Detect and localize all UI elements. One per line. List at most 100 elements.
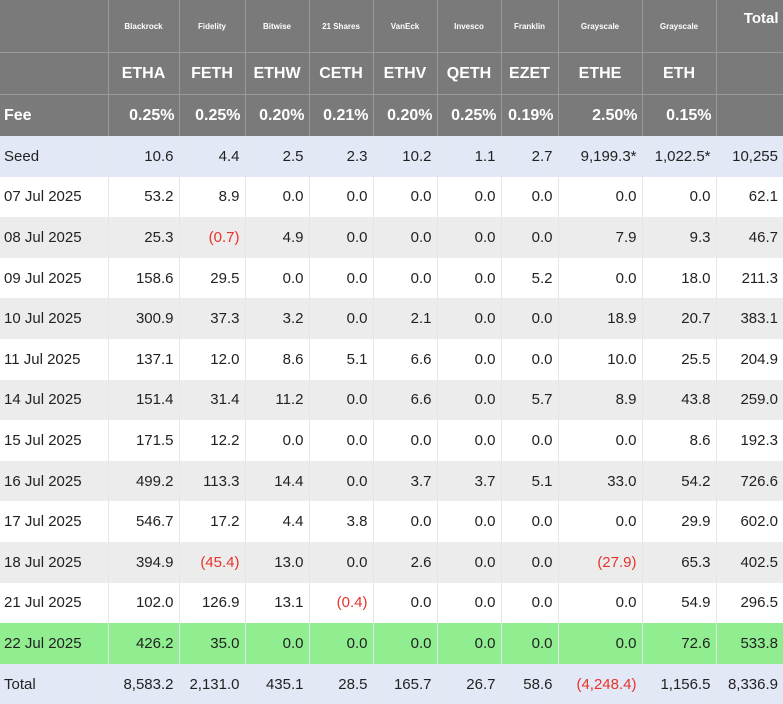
ticker-header: ETHA	[108, 52, 180, 95]
ticker-header: FETH	[179, 52, 246, 95]
flow-cell: 0.0	[309, 217, 374, 258]
flow-cell: 0.0	[501, 582, 559, 624]
flow-cell: 0.0	[373, 420, 438, 461]
flow-cell: (27.9)	[558, 541, 643, 583]
flow-cell: 8.6	[245, 338, 310, 380]
row-label: 10 Jul 2025	[0, 298, 109, 339]
issuer-header: Franklin	[501, 0, 559, 53]
flow-cell: 13.0	[245, 541, 310, 583]
flow-cell: 0.0	[437, 257, 502, 299]
flow-cell: 4.9	[245, 217, 310, 258]
flow-cell: 53.2	[108, 176, 180, 218]
flow-cell: 18.0	[642, 257, 717, 299]
fee-total-cell	[716, 94, 783, 136]
flow-cell: 0.0	[501, 176, 559, 218]
issuer-header: Invesco	[437, 0, 502, 53]
flow-cell: 0.0	[309, 176, 374, 218]
flow-cell: 9,199.3*	[558, 136, 643, 177]
row-total-cell: 259.0	[716, 379, 783, 421]
flow-cell: 0.0	[309, 420, 374, 461]
flow-cell: 5.1	[309, 338, 374, 380]
ticker-header: ETHV	[373, 52, 438, 95]
flow-cell: 0.0	[245, 257, 310, 299]
flow-cell: 35.0	[179, 623, 246, 664]
issuer-header: Grayscale	[558, 0, 643, 53]
flow-cell: 0.0	[245, 176, 310, 218]
flow-cell: 43.8	[642, 379, 717, 421]
table-row: 18 Jul 2025 394.9 (45.4) 13.0 0.0 2.6 0.0 0.0 (2…	[0, 541, 783, 583]
flow-cell: 10.0	[558, 338, 643, 380]
flow-cell: 0.0	[373, 623, 438, 664]
flow-cell: 0.0	[245, 420, 310, 461]
flow-cell: 3.7	[373, 460, 438, 502]
fee-value: 0.25%	[179, 94, 246, 136]
ticker-header: EZET	[501, 52, 559, 95]
issuer-header: Blackrock	[108, 0, 180, 53]
flow-cell: 31.4	[179, 379, 246, 421]
flow-cell: 54.2	[642, 460, 717, 502]
flow-cell: 1,022.5*	[642, 136, 717, 177]
flow-cell: 0.0	[501, 541, 559, 583]
row-label: 16 Jul 2025	[0, 460, 109, 502]
table-row: 21 Jul 2025 102.0 126.9 13.1 (0.4) 0.0 0.0 0.0 0…	[0, 582, 783, 624]
ticker-header: ETHW	[245, 52, 310, 95]
seed-row: Seed 10.6 4.4 2.5 2.3 10.2 1.1 2.7 9,199.3* 1,022…	[0, 136, 783, 177]
flow-cell: 0.0	[437, 582, 502, 624]
flow-cell: 8.9	[179, 176, 246, 218]
row-label: 15 Jul 2025	[0, 420, 109, 461]
flow-cell: 6.6	[373, 379, 438, 421]
row-label: 07 Jul 2025	[0, 176, 109, 218]
flow-cell: 4.4	[245, 501, 310, 542]
flow-cell: 0.0	[309, 541, 374, 583]
flow-cell: 3.2	[245, 298, 310, 339]
flow-cell: 3.7	[437, 460, 502, 502]
row-label: 17 Jul 2025	[0, 501, 109, 542]
row-label: 09 Jul 2025	[0, 257, 109, 299]
flow-cell: 0.0	[501, 217, 559, 258]
flow-cell: 102.0	[108, 582, 180, 624]
issuer-header: Bitwise	[245, 0, 310, 53]
flow-cell: 171.5	[108, 420, 180, 461]
table-row: 11 Jul 2025 137.1 12.0 8.6 5.1 6.6 0.0 0.0 10.0 2…	[0, 338, 783, 380]
ticker-header: ETH	[642, 52, 717, 95]
flow-cell: 0.0	[501, 501, 559, 542]
flow-cell: 113.3	[179, 460, 246, 502]
flow-cell: 2.7	[501, 136, 559, 177]
fee-value: 0.15%	[642, 94, 717, 136]
flow-cell: 0.0	[309, 460, 374, 502]
flow-cell: 0.0	[245, 623, 310, 664]
flow-cell: 0.0	[558, 582, 643, 624]
row-total-cell: 204.9	[716, 338, 783, 380]
ticker-header: ETHE	[558, 52, 643, 95]
flow-cell: 2.3	[309, 136, 374, 177]
issuer-header: VanEck	[373, 0, 438, 53]
flow-cell: 0.0	[373, 501, 438, 542]
row-total-cell: 211.3	[716, 257, 783, 299]
flow-cell: 11.2	[245, 379, 310, 421]
flow-cell: 29.5	[179, 257, 246, 299]
ticker-header: CETH	[309, 52, 374, 95]
row-total-cell: 192.3	[716, 420, 783, 461]
flow-cell: (0.7)	[179, 217, 246, 258]
flow-cell: 0.0	[309, 298, 374, 339]
row-label: Seed	[0, 136, 109, 177]
flow-cell: 12.0	[179, 338, 246, 380]
flow-cell: 0.0	[642, 176, 717, 218]
table-row: 08 Jul 2025 25.3 (0.7) 4.9 0.0 0.0 0.0 0.0 7.9 9.…	[0, 217, 783, 258]
eth-etf-flows-table: Blackrock Fidelity Bitwise 21 Shares Van…	[0, 0, 783, 704]
flow-cell: 65.3	[642, 541, 717, 583]
flow-cell: 0.0	[373, 217, 438, 258]
fee-value: 0.21%	[309, 94, 374, 136]
flow-cell: 0.0	[437, 176, 502, 218]
row-total-cell: 602.0	[716, 501, 783, 542]
latest-row: 22 Jul 2025 426.2 35.0 0.0 0.0 0.0 0.0 0.0 0.0 72…	[0, 623, 783, 664]
ticker-corner-cell	[0, 52, 109, 95]
flow-cell: 0.0	[437, 420, 502, 461]
issuer-header: Grayscale	[642, 0, 717, 53]
row-total-cell: 533.8	[716, 623, 783, 664]
flow-cell: 0.0	[437, 379, 502, 421]
flow-cell: 0.0	[437, 501, 502, 542]
issuer-header: Fidelity	[179, 0, 246, 53]
flow-cell: 0.0	[437, 541, 502, 583]
table-row: 16 Jul 2025 499.2 113.3 14.4 0.0 3.7 3.7 5.1 33.…	[0, 460, 783, 502]
